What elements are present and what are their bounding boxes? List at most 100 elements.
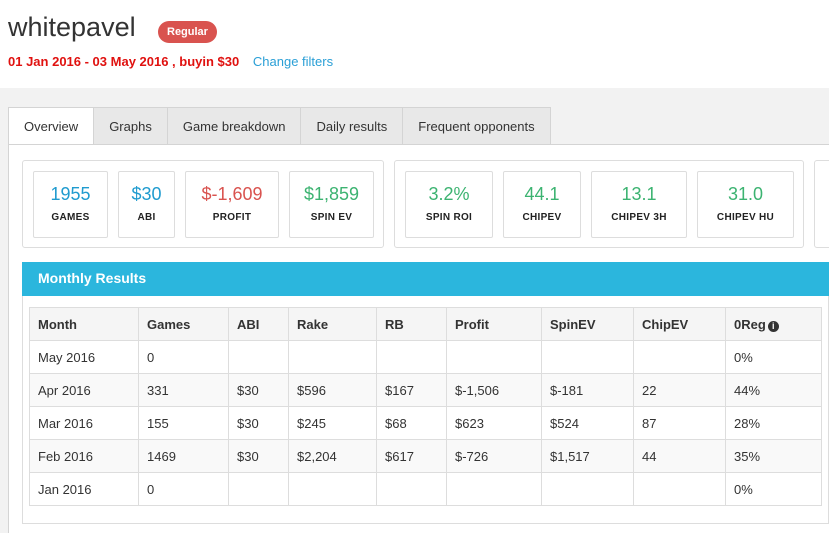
stat-spin-roi-label: SPIN ROI (425, 212, 473, 223)
cell-spinev: $1,517 (541, 439, 634, 473)
col-0reg-label: 0Reg (734, 316, 766, 332)
cell-profit (446, 472, 542, 506)
cell-month: Jan 2016 (29, 472, 139, 506)
player-name: whitepavel (8, 12, 136, 42)
cell-spinev: $524 (541, 406, 634, 440)
col-rb[interactable]: RB (376, 307, 447, 341)
tab-game-breakdown[interactable]: Game breakdown (167, 107, 302, 145)
cell-rb (376, 472, 447, 506)
cell-spinev (541, 340, 634, 374)
stat-profit-label: PROFIT (212, 212, 252, 223)
cell-profit: $-726 (446, 439, 542, 473)
filter-summary: 01 Jan 2016 - 03 May 2016 , buyin $30 Ch… (8, 54, 333, 69)
stat-spin-ev-value: $1,859 (303, 184, 360, 204)
cell-profit: $623 (446, 406, 542, 440)
cell-chipev (633, 340, 726, 374)
cell-0reg: 28% (725, 406, 822, 440)
cell-games: 0 (138, 340, 229, 374)
cell-rake (288, 472, 377, 506)
monthly-results-title: Monthly Results (22, 262, 829, 296)
change-filters-link[interactable]: Change filters (253, 54, 333, 69)
tab-bar: Overview Graphs Game breakdown Daily res… (8, 107, 551, 145)
table-header-row: Month Games ABI Rake RB Profit SpinEV Ch… (29, 307, 822, 341)
col-games[interactable]: Games (138, 307, 229, 341)
cell-0reg: 35% (725, 439, 822, 473)
cell-chipev: 87 (633, 406, 726, 440)
stat-games: 1955 GAMES (33, 171, 108, 238)
status-badge: Regular (158, 21, 217, 43)
stat-spin-ev-label: SPIN EV (310, 212, 353, 223)
stat-chipev: 44.1 CHIPEV (503, 171, 581, 238)
col-abi[interactable]: ABI (228, 307, 289, 341)
cell-profit: $-1,506 (446, 373, 542, 407)
stat-spin-roi-value: 3.2% (428, 184, 470, 204)
cell-rb: $68 (376, 406, 447, 440)
stat-abi: $30 ABI (118, 171, 175, 238)
cell-games: 331 (138, 373, 229, 407)
tab-daily-results[interactable]: Daily results (301, 107, 404, 145)
cell-games: 1469 (138, 439, 229, 473)
cell-abi (228, 472, 289, 506)
cell-month: Apr 2016 (29, 373, 139, 407)
cell-rake: $2,204 (288, 439, 377, 473)
monthly-results-table: Month Games ABI Rake RB Profit SpinEV Ch… (29, 307, 822, 506)
cell-games: 0 (138, 472, 229, 506)
stat-chipev-label: CHIPEV (522, 212, 562, 223)
stat-chipev-hu-label: CHIPEV HU (716, 212, 775, 223)
stat-games-value: 1955 (50, 184, 91, 204)
cell-rb: $167 (376, 373, 447, 407)
stat-games-label: GAMES (51, 212, 90, 223)
cell-abi: $30 (228, 373, 289, 407)
cell-spinev: $-181 (541, 373, 634, 407)
cell-rake: $596 (288, 373, 377, 407)
col-spinev[interactable]: SpinEV (541, 307, 634, 341)
col-chipev[interactable]: ChipEV (633, 307, 726, 341)
cell-rb: $617 (376, 439, 447, 473)
stat-abi-label: ABI (137, 212, 156, 223)
tab-overview[interactable]: Overview (8, 107, 95, 145)
cell-abi: $30 (228, 406, 289, 440)
stats-group-extra (814, 160, 829, 248)
cell-spinev (541, 472, 634, 506)
stat-chipev-3h: 13.1 CHIPEV 3H (591, 171, 687, 238)
cell-rb (376, 340, 447, 374)
cell-month: May 2016 (29, 340, 139, 374)
cell-month: Mar 2016 (29, 406, 139, 440)
cell-chipev (633, 472, 726, 506)
stat-profit: $-1,609 PROFIT (185, 171, 279, 238)
cell-0reg: 44% (725, 373, 822, 407)
tab-graphs[interactable]: Graphs (94, 107, 168, 145)
cell-chipev: 22 (633, 373, 726, 407)
stat-chipev-3h-label: CHIPEV 3H (611, 212, 667, 223)
stat-chipev-hu: 31.0 CHIPEV HU (697, 171, 794, 238)
table-row: Apr 2016 331 $30 $596 $167 $-1,506 $-181… (29, 373, 822, 407)
col-0reg[interactable]: 0Reg i (725, 307, 822, 341)
col-month[interactable]: Month (29, 307, 139, 341)
date-range: 01 Jan 2016 - 03 May 2016 , buyin $30 (8, 54, 240, 69)
cell-0reg: 0% (725, 340, 822, 374)
stat-chipev-3h-value: 13.1 (621, 184, 657, 204)
tab-frequent-opponents[interactable]: Frequent opponents (403, 107, 551, 145)
table-row: Jan 2016 0 0% (29, 472, 822, 506)
cell-abi: $30 (228, 439, 289, 473)
info-icon[interactable]: i (767, 320, 779, 332)
cell-month: Feb 2016 (29, 439, 139, 473)
table-row: Mar 2016 155 $30 $245 $68 $623 $524 87 2… (29, 406, 822, 440)
table-row: Feb 2016 1469 $30 $2,204 $617 $-726 $1,5… (29, 439, 822, 473)
stat-spin-roi: 3.2% SPIN ROI (405, 171, 493, 238)
cell-games: 155 (138, 406, 229, 440)
cell-abi (228, 340, 289, 374)
cell-rake (288, 340, 377, 374)
cell-0reg: 0% (725, 472, 822, 506)
stat-chipev-hu-value: 31.0 (727, 184, 764, 204)
stat-abi-value: $30 (131, 184, 162, 204)
cell-rake: $245 (288, 406, 377, 440)
stat-spin-ev: $1,859 SPIN EV (289, 171, 374, 238)
cell-chipev: 44 (633, 439, 726, 473)
stat-profit-value: $-1,609 (201, 184, 263, 204)
stat-chipev-value: 44.1 (524, 184, 560, 204)
col-rake[interactable]: Rake (288, 307, 377, 341)
cell-profit (446, 340, 542, 374)
col-profit[interactable]: Profit (446, 307, 542, 341)
table-row: May 2016 0 0% (29, 340, 822, 374)
